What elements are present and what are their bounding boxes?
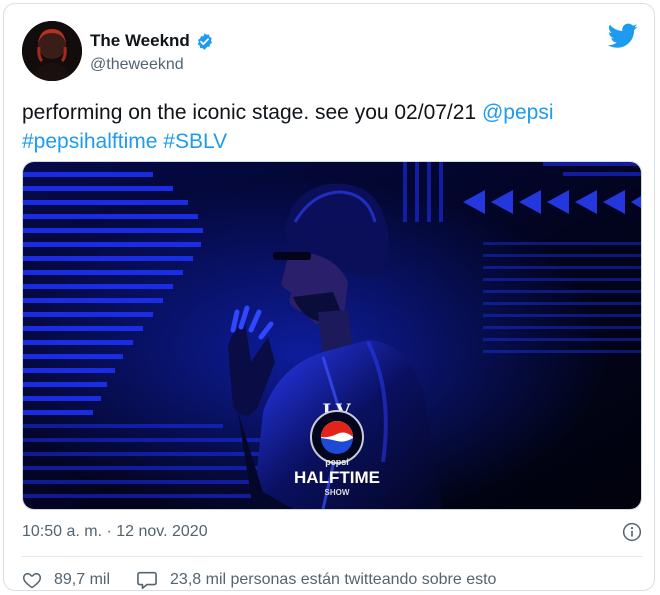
tweet-meta-row: 10:50 a. m. · 12 nov. 2020 — [22, 522, 642, 542]
twitter-bird-icon[interactable] — [608, 23, 638, 49]
info-icon[interactable] — [622, 522, 642, 542]
tweet-actions: 89,7 mil 23,8 mil personas están twittea… — [22, 570, 496, 590]
hashtag-link[interactable]: #SBLV — [163, 130, 227, 153]
logo-halftime-text: HALFTIME — [294, 468, 380, 487]
author-handle[interactable]: @theweeknd — [90, 56, 184, 74]
conversation-text: 23,8 mil personas están twitteando sobre… — [170, 571, 497, 588]
author-name[interactable]: The Weeknd — [90, 31, 190, 51]
like-button[interactable]: 89,7 mil — [22, 570, 110, 590]
conversation-button[interactable]: 23,8 mil personas están twitteando sobre… — [136, 570, 496, 590]
speech-bubble-icon — [137, 571, 157, 589]
divider — [22, 556, 642, 557]
logo-pepsi-text: pepsi — [325, 457, 349, 467]
avatar[interactable] — [22, 21, 82, 81]
tweet-text-body: performing on the iconic stage. see you … — [22, 101, 482, 124]
mention-link[interactable]: @pepsi — [482, 101, 554, 124]
hashtag-link[interactable]: #pepsihalftime — [22, 130, 157, 153]
author-name-row[interactable]: The Weeknd — [90, 31, 214, 51]
verified-badge-icon — [197, 32, 212, 50]
tweet-text: performing on the iconic stage. see you … — [22, 98, 642, 156]
heart-icon — [22, 573, 42, 589]
tweet-timestamp[interactable]: 10:50 a. m. · 12 nov. 2020 — [22, 523, 208, 541]
logo-show-text: SHOW — [325, 488, 350, 497]
like-count: 89,7 mil — [54, 571, 111, 588]
tweet-media-image[interactable]: LV pepsi HALFTIME SHOW — [22, 161, 642, 510]
tweet-card: The Weeknd @theweeknd performing on the … — [3, 3, 655, 591]
